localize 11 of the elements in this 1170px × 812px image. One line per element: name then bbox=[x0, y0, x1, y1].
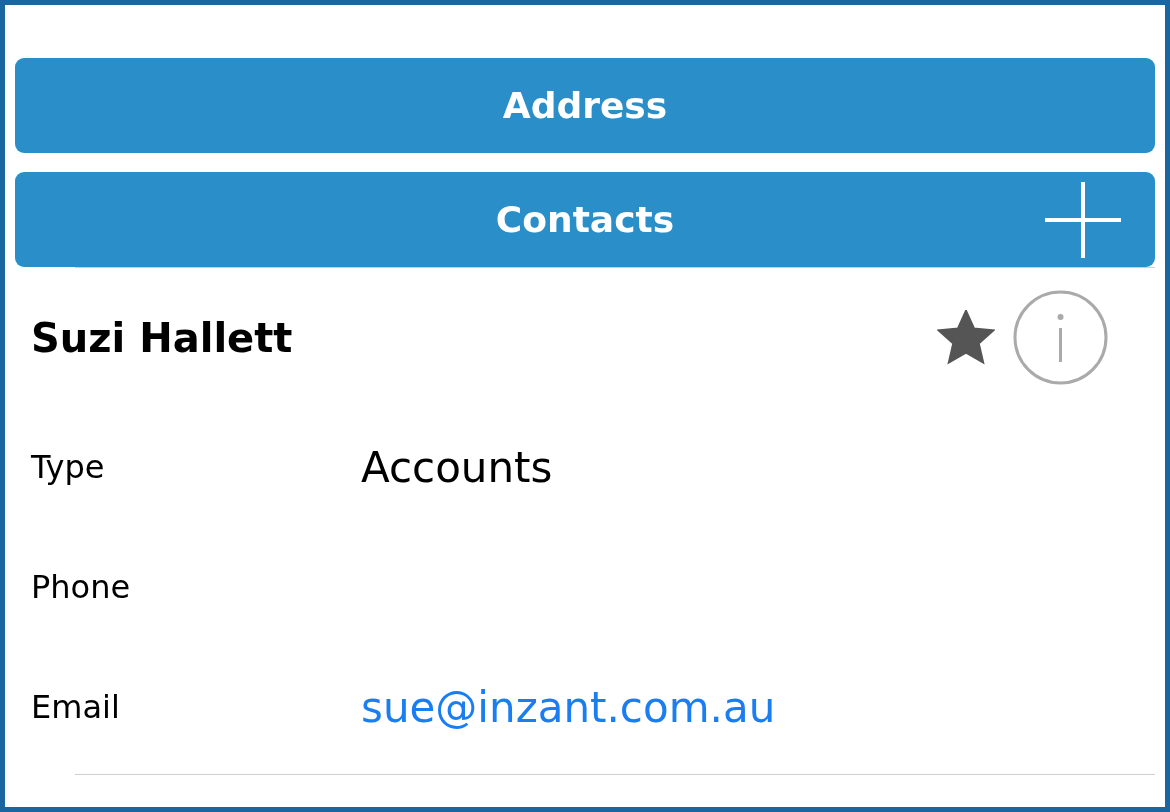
section-header-button[interactable]: Address bbox=[15, 58, 1155, 153]
email-link[interactable]: sue@inzant.com.au bbox=[361, 682, 776, 732]
field-label: Email bbox=[31, 688, 121, 726]
section-header-button[interactable]: Contacts bbox=[15, 172, 1155, 267]
info-icon[interactable] bbox=[1013, 290, 1108, 385]
star-icon[interactable] bbox=[937, 309, 995, 366]
contact-name: Suzi Hallett bbox=[31, 314, 294, 361]
field-value: Accounts bbox=[361, 442, 553, 492]
field-label: Type bbox=[31, 448, 106, 486]
add-icon[interactable] bbox=[1045, 182, 1121, 258]
field-label: Phone bbox=[31, 568, 132, 606]
